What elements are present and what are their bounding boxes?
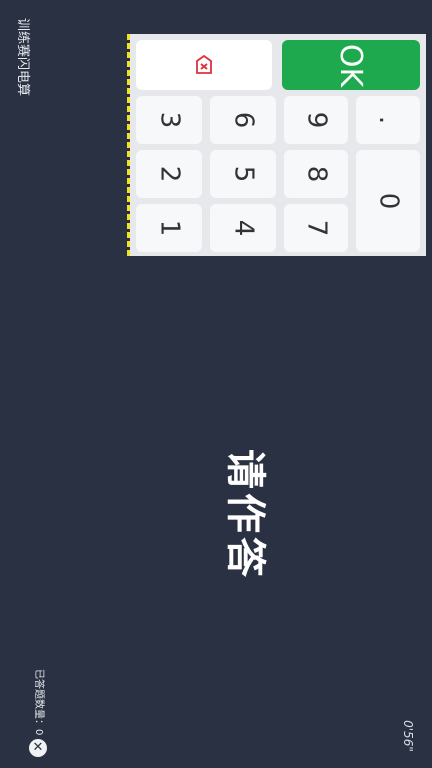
key-5[interactable]: 5 <box>210 150 276 198</box>
key-0-label: 0 <box>372 192 403 210</box>
key-3-label: 3 <box>153 111 184 129</box>
key-3[interactable]: 3 <box>136 96 202 144</box>
key-8[interactable]: 8 <box>284 150 348 198</box>
app-title: 训练赛闪电算 <box>15 17 30 96</box>
key-6-label: 6 <box>227 111 258 129</box>
key-dot[interactable]: . <box>356 96 420 144</box>
key-2-label: 2 <box>153 165 184 183</box>
close-icon: ✕ <box>32 740 44 755</box>
key-7-label: 7 <box>300 219 331 237</box>
key-6[interactable]: 6 <box>210 96 276 144</box>
ok-button[interactable]: OK <box>282 40 420 90</box>
ok-label: OK <box>333 43 369 87</box>
key-9[interactable]: 9 <box>284 96 348 144</box>
key-4-label: 4 <box>227 219 258 237</box>
key-4[interactable]: 4 <box>210 204 276 252</box>
backspace-icon <box>196 54 212 74</box>
key-9-label: 9 <box>300 111 331 129</box>
key-5-label: 5 <box>227 165 258 183</box>
numeric-keypad: OK 3 6 9 . 2 5 8 1 4 7 0 <box>130 34 426 256</box>
answer-prompt: 请作答 <box>222 449 268 581</box>
delete-button[interactable] <box>136 40 272 90</box>
key-8-label: 8 <box>300 165 331 183</box>
key-1[interactable]: 1 <box>136 204 202 252</box>
countdown-timer: 0'56" <box>401 720 415 752</box>
close-button[interactable]: ✕ <box>29 739 47 757</box>
answered-count: 已答题数量：0 <box>33 669 44 736</box>
key-dot-label: . <box>372 115 403 125</box>
key-1-label: 1 <box>153 219 184 237</box>
key-2[interactable]: 2 <box>136 150 202 198</box>
key-7[interactable]: 7 <box>284 204 348 252</box>
key-0[interactable]: 0 <box>356 150 420 252</box>
